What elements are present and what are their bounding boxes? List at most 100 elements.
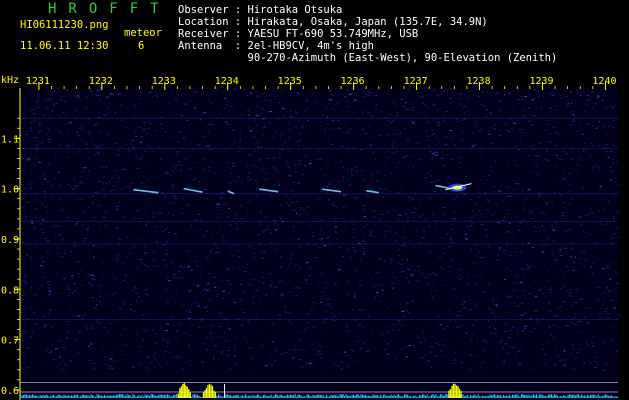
noise-speckle [184,103,187,105]
noise-speckle [161,231,164,233]
noise-speckle [224,203,228,205]
noise-speckle [50,92,54,94]
noise-speckle [565,96,568,98]
noise-speckle [146,367,148,369]
noise-speckle [156,211,158,213]
noise-speckle [487,201,490,203]
noise-speckle [415,280,419,282]
noise-speckle [511,127,514,129]
noise-speckle [75,110,78,112]
noise-speckle [305,363,307,365]
noise-speckle [487,320,490,322]
noise-speckle [140,357,142,359]
noise-speckle [390,259,393,261]
spectrum-bin [131,396,133,398]
spectrum-bin [65,395,67,398]
noise-speckle [325,282,327,284]
noise-speckle [308,225,311,227]
noise-speckle [216,251,219,253]
noise-speckle [530,330,532,332]
noise-speckle [142,129,146,131]
noise-speckle [373,216,376,218]
spectrum-bin [602,396,604,398]
spectrum-bin [608,396,610,398]
noise-speckle [342,206,344,208]
noise-speckle [509,330,512,331]
noise-speckle [195,301,198,303]
noise-speckle [26,135,28,137]
noise-speckle [548,302,551,304]
noise-speckle [560,288,563,290]
noise-speckle [572,248,574,250]
noise-speckle [506,353,508,355]
noise-speckle [398,219,401,220]
spectrum-bin [477,394,479,398]
noise-speckle [137,127,141,129]
noise-speckle [456,315,458,317]
noise-speckle [88,157,91,159]
noise-speckle [241,181,243,183]
noise-speckle [140,300,143,302]
noise-speckle [264,201,266,203]
noise-speckle [222,290,226,292]
noise-speckle [362,240,365,242]
spectrum-bin [362,394,364,398]
noise-speckle [121,119,123,121]
spectrum-peak-bin [179,388,181,398]
noise-speckle [606,362,609,364]
noise-speckle [513,258,515,260]
noise-speckle [162,339,165,341]
noise-speckle [399,132,402,134]
noise-speckle [444,115,447,117]
noise-speckle [257,115,261,117]
noise-speckle [90,343,93,345]
noise-speckle [206,230,209,232]
noise-speckle [528,189,531,191]
noise-speckle [565,231,569,233]
noise-speckle [26,254,29,256]
noise-speckle [249,348,252,349]
spectrum-bin [108,395,110,398]
noise-speckle [262,127,266,129]
noise-speckle [441,236,444,238]
noise-speckle [322,294,325,296]
noise-speckle [480,213,482,215]
noise-speckle [92,195,96,197]
noise-speckle [517,229,521,231]
noise-speckle [608,265,611,267]
noise-speckle [346,279,349,281]
noise-speckle [41,183,44,185]
noise-speckle [485,342,488,344]
noise-speckle [232,165,235,167]
noise-speckle [502,199,505,201]
noise-speckle [522,199,525,201]
noise-speckle [227,207,230,209]
noise-speckle [75,187,77,189]
noise-speckle [303,209,305,211]
noise-speckle [413,246,416,248]
noise-speckle [603,297,606,299]
noise-speckle [528,155,530,156]
noise-speckle [445,233,449,235]
noise-speckle [523,325,526,327]
noise-speckle [346,326,348,328]
noise-speckle [118,242,120,244]
noise-speckle [583,214,587,216]
spectrum-bin [510,396,512,398]
noise-speckle [112,189,116,191]
noise-speckle [27,201,31,203]
noise-speckle [260,330,262,332]
noise-speckle [27,347,29,349]
noise-speckle [278,118,281,120]
spectrum-bin [426,394,428,398]
noise-speckle [469,230,471,232]
noise-speckle [574,324,578,326]
noise-speckle [587,123,590,125]
noise-speckle [455,317,457,319]
noise-speckle [264,216,268,218]
noise-speckle [447,177,450,178]
spectrum-bin [368,395,370,398]
noise-speckle [154,226,157,228]
noise-speckle [299,163,301,164]
noise-speckle [432,133,436,134]
